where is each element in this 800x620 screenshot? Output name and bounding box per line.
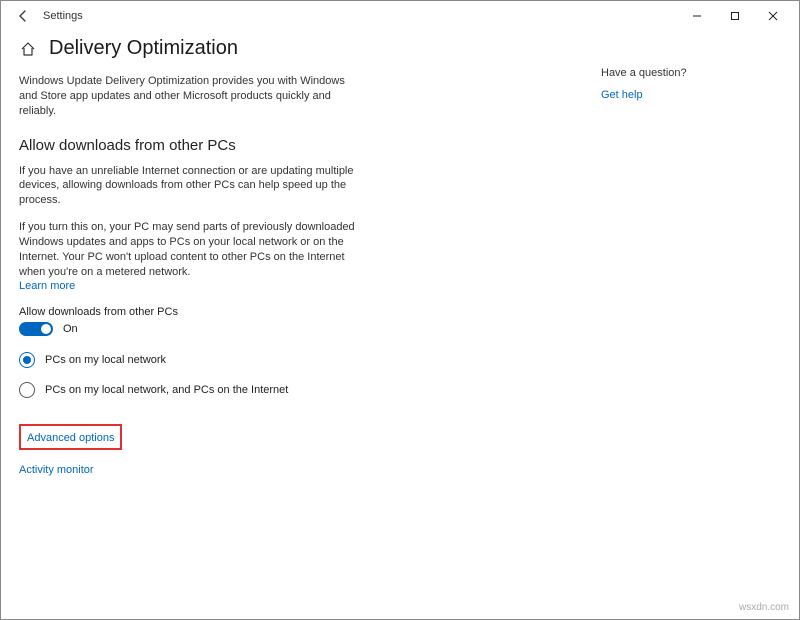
minimize-button[interactable] bbox=[679, 2, 715, 30]
get-help-link[interactable]: Get help bbox=[601, 89, 643, 101]
radio-internet-label: PCs on my local network, and PCs on the … bbox=[45, 384, 288, 396]
toggle-label: Allow downloads from other PCs bbox=[19, 306, 561, 318]
advanced-options-highlight: Advanced options bbox=[19, 424, 122, 450]
window-controls bbox=[679, 2, 791, 30]
section-desc-1: If you have an unreliable Internet conne… bbox=[19, 164, 359, 209]
titlebar: Settings bbox=[1, 1, 799, 31]
advanced-options-link[interactable]: Advanced options bbox=[27, 432, 114, 444]
app-name: Settings bbox=[43, 10, 83, 22]
allow-downloads-toggle[interactable] bbox=[19, 322, 53, 336]
aside-panel: Have a question? Get help bbox=[601, 31, 781, 619]
radio-selected-icon bbox=[19, 352, 35, 368]
radio-local-and-internet[interactable]: PCs on my local network, and PCs on the … bbox=[19, 382, 561, 398]
toggle-state: On bbox=[63, 323, 78, 335]
close-button[interactable] bbox=[755, 2, 791, 30]
page-title: Delivery Optimization bbox=[49, 37, 238, 60]
section-heading: Allow downloads from other PCs bbox=[19, 137, 561, 154]
watermark: wsxdn.com bbox=[739, 602, 789, 613]
section-desc-2: If you turn this on, your PC may send pa… bbox=[19, 220, 359, 294]
main-content: Delivery Optimization Windows Update Del… bbox=[19, 31, 601, 619]
radio-local-network[interactable]: PCs on my local network bbox=[19, 352, 561, 368]
intro-text: Windows Update Delivery Optimization pro… bbox=[19, 74, 359, 119]
home-icon[interactable] bbox=[19, 40, 37, 58]
activity-monitor-link[interactable]: Activity monitor bbox=[19, 464, 561, 476]
back-button[interactable] bbox=[9, 2, 37, 30]
learn-more-link[interactable]: Learn more bbox=[19, 280, 75, 292]
radio-local-label: PCs on my local network bbox=[45, 354, 166, 366]
maximize-button[interactable] bbox=[717, 2, 753, 30]
aside-question: Have a question? bbox=[601, 67, 781, 79]
radio-unselected-icon bbox=[19, 382, 35, 398]
